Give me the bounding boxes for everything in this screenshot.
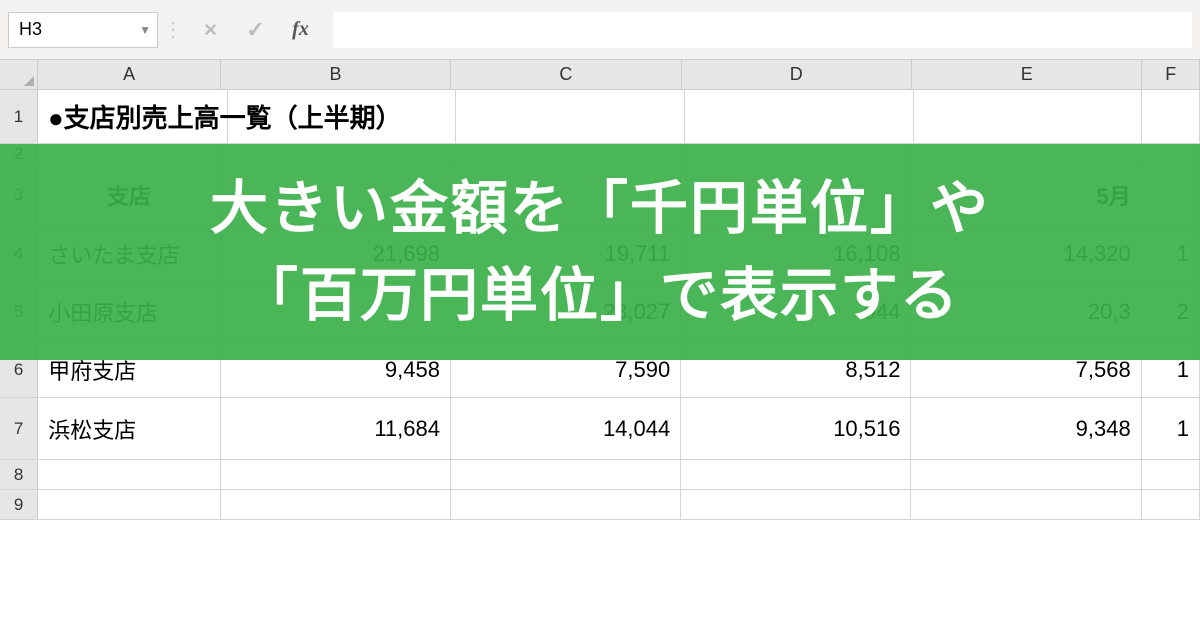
formula-bar: H3 ▼ ⋮ × ✓ fx (0, 0, 1200, 60)
name-box[interactable]: H3 ▼ (8, 12, 158, 48)
row-7: 7 浜松支店 11,684 14,044 10,516 9,348 1 (0, 398, 1200, 460)
cell-C7[interactable]: 14,044 (451, 398, 681, 459)
cell-F8[interactable] (1142, 460, 1200, 489)
cell-D1[interactable] (685, 90, 914, 143)
cell-C9[interactable] (451, 490, 681, 519)
col-header-A[interactable]: A (38, 60, 220, 89)
row-9: 9 (0, 490, 1200, 520)
col-header-F[interactable]: F (1142, 60, 1200, 89)
cell-F7[interactable]: 1 (1142, 398, 1200, 459)
cell-E1[interactable] (914, 90, 1143, 143)
cell-B7[interactable]: 11,684 (221, 398, 451, 459)
select-all-corner[interactable] (0, 60, 38, 89)
row-1: 1 ●支店別売上高一覧（上半期） (0, 90, 1200, 144)
cell-B1[interactable] (228, 90, 457, 143)
cell-E8[interactable] (911, 460, 1141, 489)
row-header-9[interactable]: 9 (0, 490, 38, 519)
cell-B8[interactable] (221, 460, 451, 489)
row-8: 8 (0, 460, 1200, 490)
chevron-down-icon[interactable]: ▼ (139, 23, 151, 37)
cell-D9[interactable] (681, 490, 911, 519)
column-headers: A B C D E F (0, 60, 1200, 90)
fx-button[interactable]: fx (278, 10, 323, 50)
row-header-7[interactable]: 7 (0, 398, 38, 459)
cell-D7[interactable]: 10,516 (681, 398, 911, 459)
cell-F9[interactable] (1142, 490, 1200, 519)
overlay-line1: 大きい金額を「千円単位」や (210, 165, 990, 252)
row-header-1[interactable]: 1 (0, 90, 38, 143)
name-box-value: H3 (19, 19, 42, 40)
cell-A9[interactable] (38, 490, 220, 519)
row-header-8[interactable]: 8 (0, 460, 38, 489)
cell-F1[interactable] (1142, 90, 1200, 143)
cancel-button[interactable]: × (188, 10, 233, 50)
confirm-button[interactable]: ✓ (233, 10, 278, 50)
cell-C8[interactable] (451, 460, 681, 489)
cell-B9[interactable] (221, 490, 451, 519)
cell-E9[interactable] (911, 490, 1141, 519)
overlay-line2: 「百万円単位」で表示する (240, 252, 960, 339)
formula-input[interactable] (333, 12, 1192, 48)
cell-A7[interactable]: 浜松支店 (38, 398, 220, 459)
cell-A1[interactable]: ●支店別売上高一覧（上半期） (38, 90, 228, 143)
cell-C1[interactable] (456, 90, 685, 143)
col-header-D[interactable]: D (682, 60, 912, 89)
separator: ⋮ (158, 17, 188, 42)
col-header-B[interactable]: B (221, 60, 451, 89)
col-header-C[interactable]: C (451, 60, 681, 89)
cell-E7[interactable]: 9,348 (911, 398, 1141, 459)
cell-D8[interactable] (681, 460, 911, 489)
cell-A8[interactable] (38, 460, 220, 489)
col-header-E[interactable]: E (912, 60, 1142, 89)
overlay-banner: 大きい金額を「千円単位」や 「百万円単位」で表示する (0, 144, 1200, 360)
